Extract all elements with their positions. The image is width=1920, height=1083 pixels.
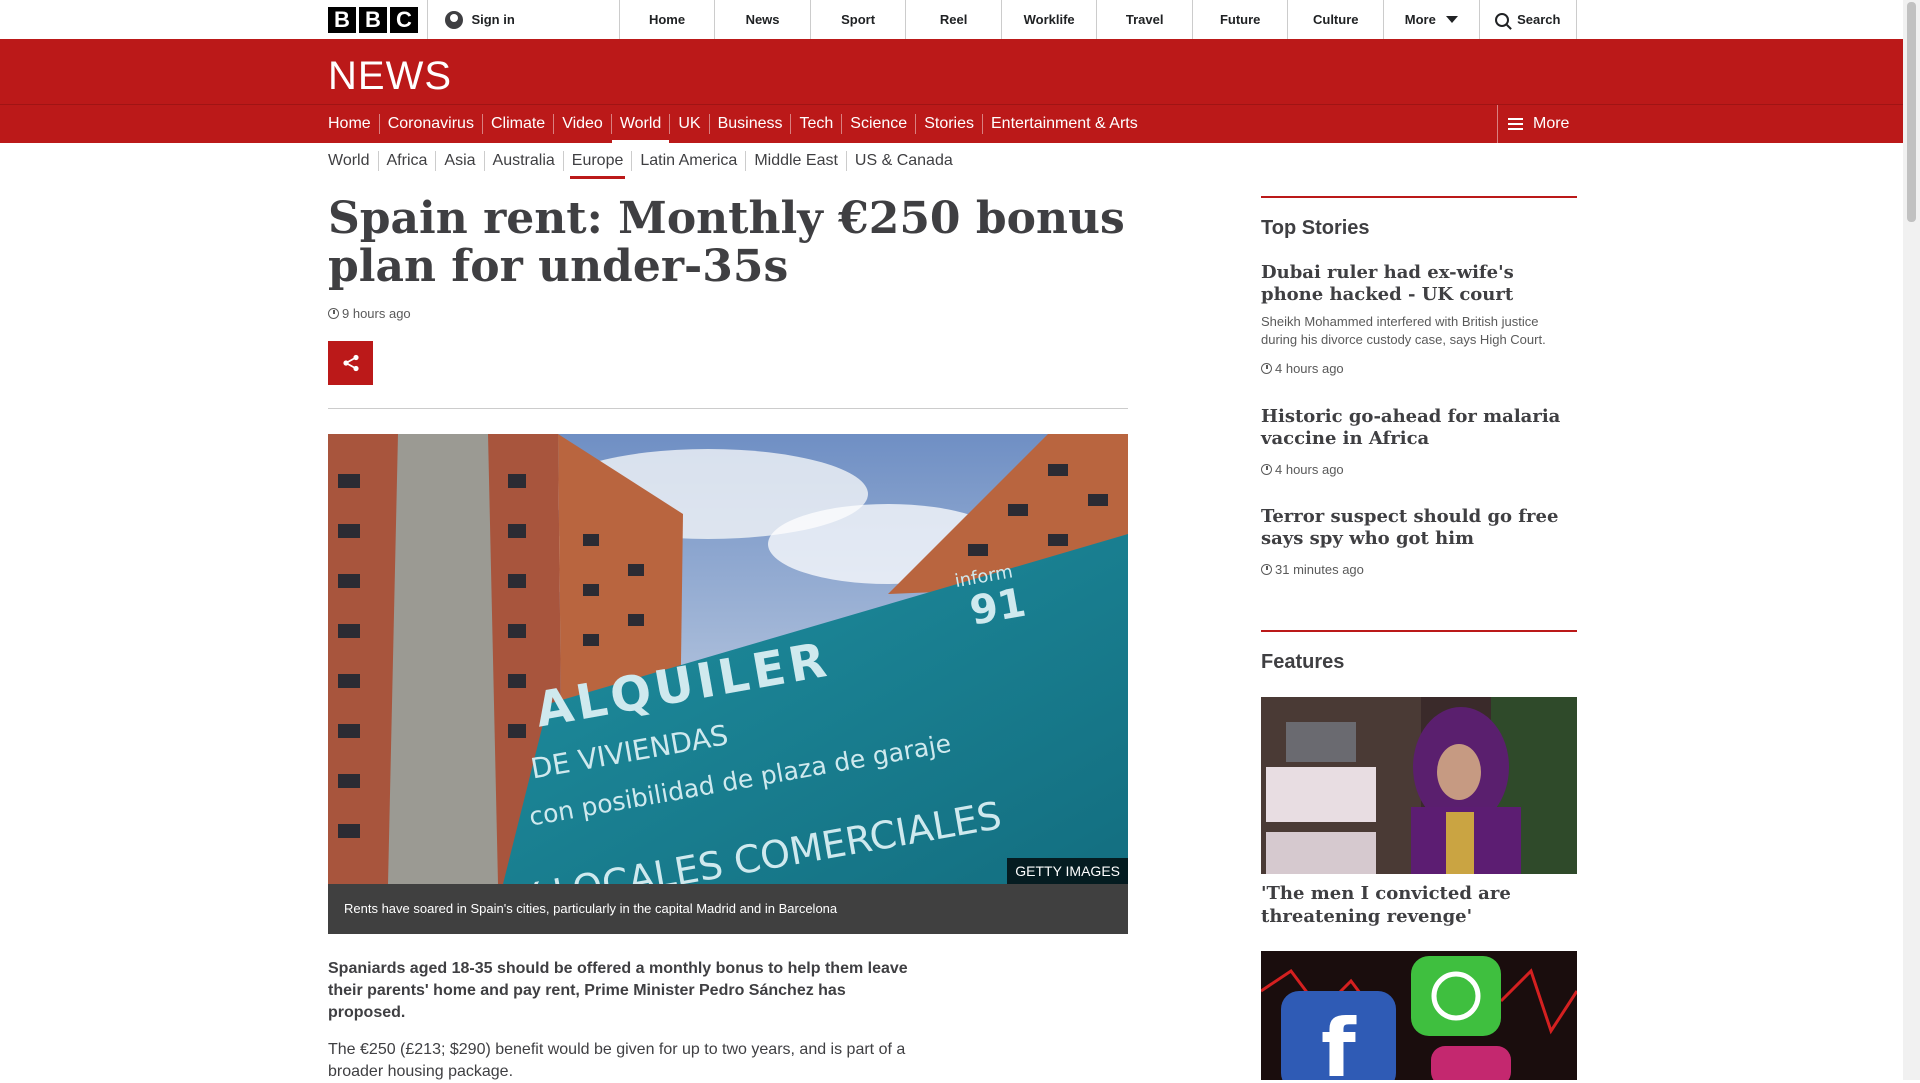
section-nav-climate[interactable]: Climate <box>481 114 553 134</box>
menu-icon <box>1508 118 1523 130</box>
sub-nav-africa[interactable]: Africa <box>377 151 436 171</box>
section-nav-business[interactable]: Business <box>708 114 791 134</box>
global-nav-worklife[interactable]: Worklife <box>1002 0 1098 39</box>
article-timestamp: 9 hours ago <box>328 306 411 321</box>
clock-icon <box>1261 363 1272 374</box>
feature-headline[interactable]: 'The men I convicted are threatening rev… <box>1261 882 1577 928</box>
features-heading: Features <box>1261 630 1577 674</box>
sub-nav-australia[interactable]: Australia <box>483 151 563 171</box>
global-nav-sport[interactable]: Sport <box>811 0 907 39</box>
top-story-summary: Sheikh Mohammed interfered with British … <box>1261 314 1546 347</box>
page-scrollbar[interactable] <box>1903 0 1920 1080</box>
section-nav-tech[interactable]: Tech <box>790 114 841 134</box>
top-stories-section: Top Stories <box>1261 196 1577 240</box>
clock-icon <box>1261 464 1272 475</box>
top-story-time-text: 4 hours ago <box>1275 462 1344 477</box>
section-nav-entertainment-arts[interactable]: Entertainment & Arts <box>982 114 1146 134</box>
world-sub-nav: World Africa Asia Australia Europe Latin… <box>328 149 961 179</box>
section-nav: Home Coronavirus Climate Video World UK … <box>0 104 1903 144</box>
bbc-logo[interactable]: B B C <box>328 0 429 39</box>
sign-in-label: Sign in <box>471 12 515 27</box>
feature-image[interactable]: f <box>1261 951 1577 1080</box>
article-paragraph: The €250 (£213; $290) benefit would be g… <box>328 1041 906 1080</box>
search-icon <box>1495 12 1510 27</box>
feature-image[interactable] <box>1261 697 1577 874</box>
chevron-down-icon <box>1445 16 1458 23</box>
sign-text-number: 91 <box>967 580 1030 635</box>
clock-icon <box>1261 564 1272 575</box>
share-button[interactable] <box>328 341 373 385</box>
article-title: Spain rent: Monthly €250 bonus plan for … <box>328 193 1125 292</box>
image-credit: GETTY IMAGES <box>1007 858 1128 884</box>
section-nav-video[interactable]: Video <box>553 114 611 134</box>
sub-nav-world[interactable]: World <box>328 151 378 171</box>
top-story-headline[interactable]: Historic go-ahead for malaria vaccine in… <box>1261 406 1577 450</box>
article-lead: Spaniards aged 18-35 should be offered a… <box>328 960 908 1021</box>
top-story-time: 4 hours ago <box>1261 462 1577 477</box>
section-more-label: More <box>1533 115 1570 132</box>
rental-sign-photo: ALQUILER DE VIVIENDAS con posibilidad de… <box>328 434 1128 884</box>
section-nav-home[interactable]: Home <box>328 114 379 134</box>
top-story-time: 31 minutes ago <box>1261 562 1577 577</box>
sub-nav-europe[interactable]: Europe <box>562 151 632 179</box>
features-section: Features <box>1261 630 1577 674</box>
more-label: More <box>1404 12 1436 27</box>
section-more-button[interactable]: More <box>1497 105 1569 143</box>
sub-nav-us-canada[interactable]: US & Canada <box>845 151 961 171</box>
global-nav: B B C Sign in Home News Sport Reel Workl… <box>0 0 1903 40</box>
global-nav-culture[interactable]: Culture <box>1288 0 1384 39</box>
sub-nav-middle-east[interactable]: Middle East <box>745 151 846 171</box>
top-story-time-text: 31 minutes ago <box>1275 562 1364 577</box>
bbc-logo-letter: B <box>359 6 387 33</box>
scrollbar-thumb[interactable] <box>1907 2 1916 222</box>
share-icon <box>342 354 359 372</box>
section-nav-coronavirus[interactable]: Coronavirus <box>378 114 482 134</box>
global-nav-home[interactable]: Home <box>620 0 716 39</box>
global-nav-reel[interactable]: Reel <box>906 0 1002 39</box>
svg-text:f: f <box>1321 1002 1357 1080</box>
section-nav-stories[interactable]: Stories <box>915 114 982 134</box>
social-apps-photo: f <box>1261 951 1577 1080</box>
divider <box>328 408 1128 409</box>
top-story-headline[interactable]: Terror suspect should go free says spy w… <box>1261 506 1577 550</box>
top-story-time-text: 4 hours ago <box>1275 361 1344 376</box>
article-hero-image: ALQUILER DE VIVIENDAS con posibilidad de… <box>328 434 1128 884</box>
top-story-item: Dubai ruler had ex-wife's phone hacked -… <box>1261 262 1577 376</box>
global-nav-travel[interactable]: Travel <box>1097 0 1193 39</box>
news-banner: NEWS <box>0 39 1903 104</box>
news-logo[interactable]: NEWS <box>328 54 452 99</box>
global-nav-future[interactable]: Future <box>1193 0 1289 39</box>
section-nav-world[interactable]: World <box>610 114 670 144</box>
sub-nav-asia[interactable]: Asia <box>435 151 483 171</box>
global-nav-more-button[interactable]: More <box>1384 0 1480 39</box>
search-button[interactable]: Search <box>1480 0 1578 39</box>
search-label: Search <box>1517 12 1561 27</box>
global-nav-news[interactable]: News <box>715 0 811 39</box>
image-caption: Rents have soared in Spain's cities, par… <box>328 884 1128 934</box>
feature-photo <box>1261 697 1577 874</box>
section-nav-uk[interactable]: UK <box>669 114 708 134</box>
section-nav-science[interactable]: Science <box>841 114 915 134</box>
bbc-logo-letter: C <box>390 6 418 33</box>
clock-icon <box>328 308 339 319</box>
sign-in-link[interactable]: Sign in <box>428 0 620 39</box>
user-icon <box>445 10 464 29</box>
top-story-headline[interactable]: Dubai ruler had ex-wife's phone hacked -… <box>1261 262 1577 306</box>
top-story-time: 4 hours ago <box>1261 361 1577 376</box>
article-time-text: 9 hours ago <box>342 306 411 321</box>
top-story-item: Historic go-ahead for malaria vaccine in… <box>1261 406 1577 477</box>
sub-nav-latin-america[interactable]: Latin America <box>631 151 745 171</box>
top-story-item: Terror suspect should go free says spy w… <box>1261 506 1577 577</box>
bbc-logo-letter: B <box>328 6 356 33</box>
top-stories-heading: Top Stories <box>1261 196 1577 240</box>
